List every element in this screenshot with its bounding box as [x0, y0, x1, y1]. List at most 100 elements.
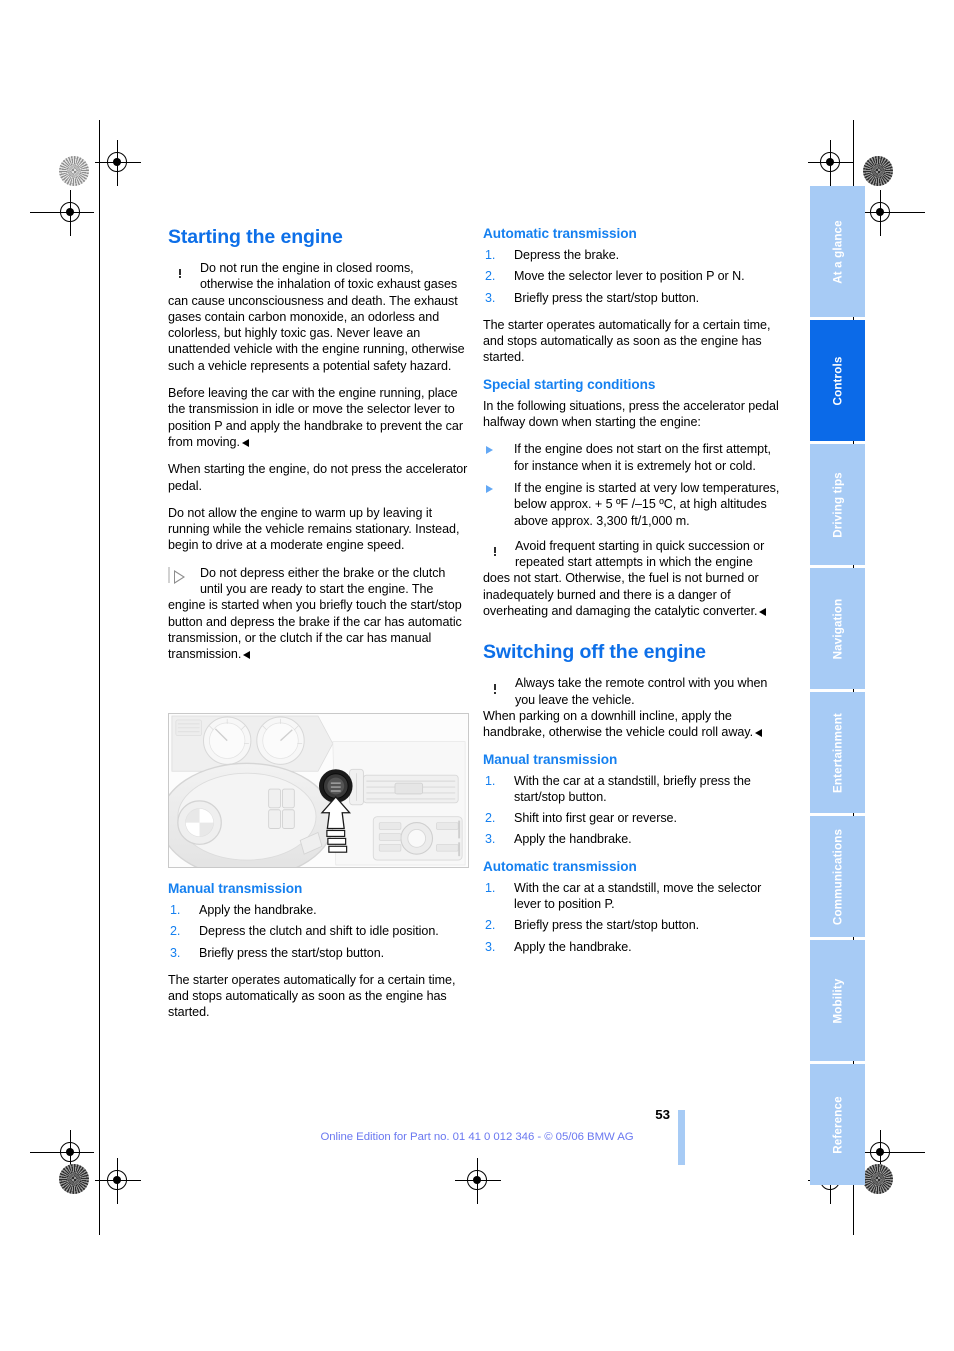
warning-text: Always take the remote control with you … [515, 676, 768, 707]
step-text: Shift into first gear or reverse. [514, 811, 677, 826]
warning-text: Avoid frequent starting in quick success… [483, 538, 765, 619]
steps-manual-transmission-start: 1. Apply the handbrake. 2. Depress the clu… [168, 902, 468, 961]
list-item: If the engine is started at very low tem… [483, 480, 783, 529]
heading-manual-transmission-start: Manual transmission [168, 881, 303, 896]
list-special-conditions: If the engine does not start on the firs… [483, 441, 783, 528]
step-text: Depress the brake. [514, 248, 620, 262]
list-item: 2. Move the selector lever to position P … [483, 268, 783, 284]
steps-automatic-transmission-start: 1. Depress the brake. 2. Move the selector… [483, 247, 783, 306]
manual-page: Starting the engine Do not run the engin… [0, 0, 954, 1351]
list-item: 1. Apply the handbrake. [168, 902, 468, 918]
figure-start-stop-button [168, 713, 469, 868]
step-text: Depress the clutch and shift to idle pos… [199, 924, 439, 939]
warning-block-exhaust: Do not run the engine in closed rooms, o… [168, 260, 468, 374]
left-column: Starting the engine Do not run the engin… [168, 226, 468, 674]
warning-block-frequent-starting: Avoid frequent starting in quick success… [483, 538, 783, 619]
heading-automatic-transmission-start: Automatic transmission [483, 226, 637, 241]
warning-block-before-leaving: Before leaving the car with the engine r… [168, 385, 468, 450]
list-item: 1. With the car at a standstill, briefly … [483, 773, 783, 806]
step-number: 1. [170, 903, 181, 917]
end-of-warning-marker [755, 729, 763, 738]
tab-label: Reference [831, 1095, 844, 1154]
paragraph-warmup: Do not allow the engine to warm up by le… [168, 505, 460, 553]
tab-label: At a glance [831, 219, 844, 284]
page-number: 53 [655, 1107, 670, 1122]
warning-text-continued: Before leaving the car with the engine r… [168, 386, 463, 449]
step-number: 1. [485, 248, 496, 262]
footer-edition-note: Online Edition for Part no. 01 41 0 012 … [320, 1131, 634, 1143]
tab-label: Driving tips [831, 471, 844, 538]
page-title: Starting the engine [168, 226, 343, 248]
tab-at-a-glance[interactable]: At a glance [810, 186, 865, 317]
list-item: 3. Apply the handbrake. [483, 939, 783, 955]
paragraph-special-intro: In the following situations, press the a… [483, 398, 779, 430]
warning-icon [168, 262, 192, 283]
step-number: 3. [170, 945, 181, 960]
step-number: 2. [170, 924, 181, 939]
section-title-switching-off: Switching off the engine [483, 641, 706, 664]
heading-special-starting-conditions: Special starting conditions [483, 376, 656, 392]
warning-block-remote-control: Always take the remote control with you … [483, 675, 783, 708]
tab-entertainment[interactable]: Entertainment [810, 692, 865, 813]
tab-driving-tips[interactable]: Driving tips [810, 444, 865, 565]
end-of-warning-marker [241, 438, 249, 447]
heading-automatic-transmission-off: Automatic transmission [483, 858, 637, 874]
step-number: 2. [485, 918, 496, 933]
list-item: 2. Shift into first gear or reverse. [483, 810, 783, 826]
bullet-text: If the engine does not start on the firs… [514, 442, 771, 473]
dashboard-illustration [169, 714, 468, 867]
step-text: Move the selector lever to position P or… [514, 269, 745, 284]
paragraph-starter-operates-left: The starter operates automatically for a… [168, 972, 456, 1020]
right-column: Automatic transmission 1. Depress the bra… [483, 226, 783, 966]
tab-communications[interactable]: Communications [810, 816, 865, 937]
tab-label: Entertainment [831, 712, 844, 793]
tab-reference[interactable]: Reference [810, 1064, 865, 1185]
list-item: 1. With the car at a standstill, move the… [483, 880, 783, 913]
step-number: 3. [485, 290, 496, 305]
heading-manual-transmission-off: Manual transmission [483, 751, 618, 767]
step-number: 2. [485, 811, 496, 826]
tab-controls[interactable]: Controls [810, 320, 865, 441]
step-text: Apply the handbrake. [199, 903, 317, 917]
chapter-tab-rail: At a glance Controls Driving tips Naviga… [810, 186, 865, 1185]
step-number: 2. [485, 269, 496, 284]
end-of-warning-marker [759, 608, 767, 617]
note-text: Do not depress either the brake or the c… [168, 565, 462, 662]
tab-label: Communications [831, 828, 844, 925]
list-item: 3. Briefly press the start/stop button. [168, 945, 468, 961]
step-text: Briefly press the start/stop button. [514, 290, 700, 305]
tab-mobility[interactable]: Mobility [810, 940, 865, 1061]
step-text: With the car at a standstill, move the s… [514, 880, 762, 912]
list-item: If the engine does not start on the firs… [483, 441, 783, 474]
step-number: 1. [485, 880, 496, 895]
tab-label: Mobility [831, 978, 844, 1023]
step-text: Apply the handbrake. [514, 939, 632, 954]
note-icon [168, 566, 192, 588]
steps-manual-transmission-off: 1. With the car at a standstill, briefly … [483, 773, 783, 848]
step-number: 3. [485, 832, 496, 847]
step-text: Apply the handbrake. [514, 832, 632, 847]
list-item: 2. Briefly press the start/stop button. [483, 917, 783, 933]
paragraph-accelerator: When starting the engine, do not press t… [168, 462, 468, 493]
triangle-bullet-icon [486, 484, 493, 493]
step-number: 1. [485, 773, 496, 788]
warning-block-downhill: When parking on a downhill incline, appl… [483, 708, 783, 741]
list-item: 3. Apply the handbrake. [483, 831, 783, 847]
step-text: With the car at a standstill, briefly pr… [514, 773, 751, 804]
step-text: Briefly press the start/stop button. [199, 945, 385, 960]
note-block-brake-clutch: Do not depress either the brake or the c… [168, 565, 468, 663]
tab-label: Navigation [831, 598, 844, 659]
left-column-lower: Manual transmission 1. Apply the handbrak… [168, 881, 468, 1021]
step-number: 3. [485, 939, 496, 954]
end-of-note-marker [243, 651, 251, 660]
step-text: Briefly press the start/stop button. [514, 918, 700, 933]
warning-icon [483, 540, 507, 561]
warning-icon [483, 677, 507, 698]
triangle-bullet-icon [486, 445, 493, 454]
list-item: 1. Depress the brake. [483, 247, 783, 263]
list-item: 2. Depress the clutch and shift to idle p… [168, 923, 468, 939]
steps-automatic-transmission-off: 1. With the car at a standstill, move the… [483, 880, 783, 955]
warning-text: Do not run the engine in closed rooms, o… [168, 261, 465, 373]
tab-label: Controls [831, 356, 844, 405]
tab-navigation[interactable]: Navigation [810, 568, 865, 689]
